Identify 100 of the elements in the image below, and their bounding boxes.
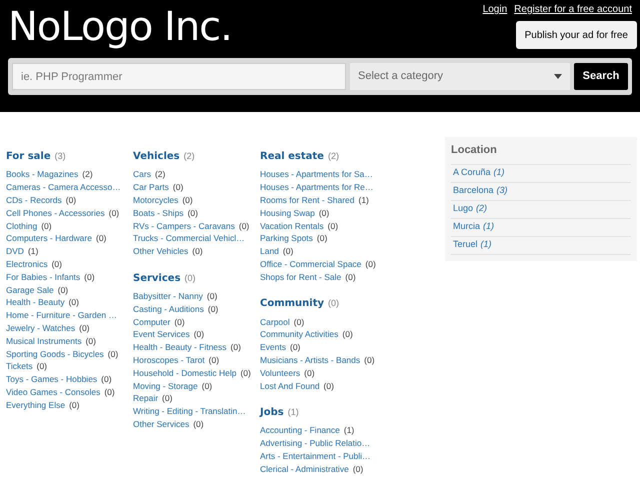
subcategory-count: (0)	[101, 373, 112, 386]
location-link[interactable]: Teruel	[453, 238, 478, 252]
subcategory-link[interactable]: Boats - Ships	[133, 206, 184, 219]
subcategory-link[interactable]: Babysitter - Nanny	[133, 290, 203, 302]
subcategory-link[interactable]: For Babies - Infants	[6, 270, 80, 283]
subcategory-link[interactable]: Rooms for Rent - Shared	[260, 194, 354, 206]
subcategory-count: (0)	[96, 232, 106, 244]
subcategory-link[interactable]: DVD	[6, 245, 24, 258]
header-link[interactable]: Register for a free account	[514, 2, 632, 17]
subcategory-link[interactable]: Housing Swap	[260, 206, 315, 219]
subcategory-count: (1)	[344, 424, 354, 436]
location-link[interactable]: Murcia	[453, 220, 480, 234]
publish-button[interactable]: Publish your ad for free	[516, 21, 637, 49]
subcategory-count: (0)	[342, 328, 353, 340]
subcategory-link[interactable]: Writing - Editing - Translatin…	[133, 405, 246, 418]
subcategory-link[interactable]: Home - Furniture - Garden …	[6, 309, 118, 322]
subcategory-link[interactable]: Advertising - Public Relatio…	[260, 437, 370, 450]
subcategory-link[interactable]: Musical Instruments	[6, 334, 82, 347]
subcategory-link[interactable]: Lost And Found	[260, 380, 320, 392]
subcategory-link[interactable]: Clerical - Administrative	[260, 462, 349, 475]
category-heading[interactable]: Services	[133, 272, 181, 286]
subcategory-count: (0)	[290, 341, 300, 354]
subcategory-link[interactable]: Cameras - Camera Accesso…	[6, 181, 121, 194]
subcategory-link[interactable]: Video Games - Consoles	[6, 386, 100, 398]
subcategory-count: (0)	[188, 206, 198, 219]
location-count: (1)	[494, 166, 505, 180]
category-heading[interactable]: Vehicles	[133, 150, 180, 164]
subcategory-count: (0)	[52, 258, 62, 270]
location-link[interactable]: Lugo	[453, 202, 474, 216]
category-count: (1)	[288, 406, 299, 419]
category-heading[interactable]: For sale	[6, 150, 51, 164]
subcategory-count: (2)	[154, 168, 166, 180]
subcategory-link[interactable]: CDs - Records	[6, 194, 62, 206]
category-select[interactable]: Select a category	[350, 63, 570, 90]
subcategory-link[interactable]: Tickets	[6, 360, 33, 372]
subcategory-link[interactable]: Everything Else	[6, 398, 66, 411]
category-heading[interactable]: Jobs	[260, 406, 284, 420]
subcategory-link[interactable]: Health - Beauty	[6, 296, 65, 308]
category-heading[interactable]: Real estate	[260, 150, 324, 164]
subcategory-link[interactable]: Musicians - Artists - Bands	[260, 354, 360, 366]
category-heading[interactable]: Community	[260, 297, 324, 312]
subcategory-link[interactable]: Land	[260, 245, 279, 258]
subcategory-count: (0)	[192, 245, 203, 258]
subcategory-link[interactable]: Motorcycles	[133, 194, 178, 206]
subcategory-link[interactable]: Houses - Apartments for Sa…	[260, 168, 373, 180]
subcategory-link[interactable]: Community Activities	[260, 328, 338, 340]
subcategory-link[interactable]: Shops for Rent - Sale	[260, 270, 342, 283]
subcategory-link[interactable]: Car Parts	[133, 181, 169, 194]
subcategory-link[interactable]: Sporting Goods - Bicycles	[6, 348, 104, 360]
subcategory-link[interactable]: Health - Beauty - Fitness	[133, 341, 227, 354]
subcategory-link[interactable]: Casting - Auditions	[133, 302, 204, 315]
subcategory-count: (0)	[194, 328, 204, 340]
subcategory-link[interactable]: Carpool	[260, 316, 290, 328]
subcategory-link[interactable]: Garage Sale	[6, 284, 54, 296]
subcategory-link[interactable]: Moving - Storage	[133, 380, 198, 392]
subcategory-link[interactable]: Cell Phones - Accessories	[6, 206, 105, 219]
site-logo[interactable]: NoLogo Inc.	[8, 2, 232, 52]
subcategory-count: (0)	[193, 418, 204, 430]
location-link[interactable]: Barcelona	[453, 184, 494, 198]
subcategory-link[interactable]: Clothing	[6, 220, 38, 232]
subcategory-link[interactable]: RVs - Campers - Caravans	[133, 220, 235, 232]
location-link[interactable]: A Coruña	[453, 166, 491, 180]
subcategory-link[interactable]: Cars	[133, 168, 151, 180]
subcategory-link[interactable]: Toys - Games - Hobbies	[6, 373, 98, 386]
subcategory-link[interactable]: Parking Spots	[260, 232, 313, 244]
subcategory-link[interactable]: Computer	[133, 316, 170, 328]
subcategory-link[interactable]: Horoscopes - Tarot	[133, 354, 205, 366]
subcategory-link[interactable]: Repair	[133, 392, 158, 404]
location-count: (3)	[496, 184, 508, 198]
header-link[interactable]: Login	[482, 2, 508, 17]
location-count: (2)	[476, 202, 488, 216]
search-button[interactable]: Search	[574, 63, 628, 90]
subcategory-count: (0)	[282, 245, 294, 258]
subcategory-count: (0)	[172, 181, 184, 194]
subcategory-link[interactable]: Books - Magazines	[6, 168, 78, 180]
subcategory-link[interactable]: Arts - Entertainment - Publi…	[260, 450, 371, 462]
subcategory-link[interactable]: Electronics	[6, 258, 48, 270]
subcategory-count: (0)	[86, 334, 96, 347]
subcategory-count: (0)	[202, 380, 212, 392]
subcategory-count: (0)	[79, 322, 90, 334]
subcategory-link[interactable]: Vacation Rentals	[260, 220, 324, 232]
subcategory-link[interactable]: Event Services	[133, 328, 190, 340]
subcategory-link[interactable]: Computers - Hardware	[6, 232, 92, 244]
subcategory-link[interactable]: Houses - Apartments for Re…	[260, 181, 374, 194]
subcategory-link[interactable]: Household - Domestic Help	[133, 366, 236, 379]
subcategory-count: (0)	[365, 258, 376, 270]
subcategory-link[interactable]: Events	[260, 341, 286, 354]
subcategory-link[interactable]: Office - Commercial Space	[260, 258, 362, 270]
subcategory-link[interactable]: Volunteers	[260, 366, 300, 379]
search-field[interactable]: ie. PHP Programmer	[12, 63, 346, 90]
subcategory-count: (0)	[294, 316, 304, 328]
subcategory-count: (0)	[162, 392, 172, 404]
subcategory-link[interactable]: Jewelry - Watches	[6, 322, 76, 334]
subcategory-count: (0)	[208, 354, 220, 366]
subcategory-link[interactable]: Accounting - Finance	[260, 424, 340, 436]
subcategory-link[interactable]: Other Services	[133, 418, 190, 430]
subcategory-link[interactable]: Other Vehicles	[133, 245, 188, 258]
category-count: (2)	[184, 150, 195, 163]
dropdown-arrow-icon	[554, 74, 562, 79]
subcategory-link[interactable]: Trucks - Commercial Vehicl…	[133, 232, 245, 244]
